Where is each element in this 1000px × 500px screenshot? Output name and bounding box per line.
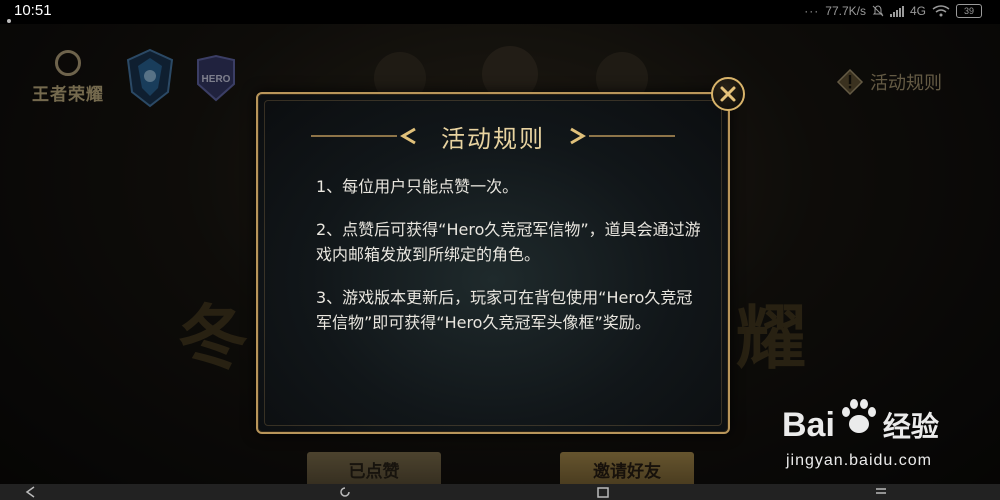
status-time: 10:51: [14, 2, 52, 19]
title-left-ornament-icon: [311, 127, 416, 145]
screen: 10:51 ··· 77.7K/s 4G 39 王者荣耀 HERO 冬 耀 活动…: [0, 0, 1000, 500]
watermark-url: jingyan.baidu.com: [786, 452, 932, 469]
system-nav-bar: [0, 484, 1000, 500]
rule-item: 1、每位用户只能点赞一次。: [316, 177, 519, 196]
signal-dots-icon: ···: [804, 4, 820, 18]
tabs-icon[interactable]: [596, 486, 610, 498]
status-indicators: ··· 77.7K/s 4G 39: [804, 4, 982, 18]
close-icon: [720, 86, 736, 102]
close-button[interactable]: [711, 77, 745, 111]
paw-icon: [841, 399, 876, 433]
network-type: 4G: [909, 4, 926, 18]
rules-dialog: 活动规则 1、每位用户只能点赞一次。 2、点赞后可获得“Hero久竞冠军信物”，…: [256, 92, 730, 434]
menu-icon[interactable]: [874, 486, 888, 498]
status-bar: 10:51 ··· 77.7K/s 4G 39: [0, 0, 1000, 24]
signal-icon: [889, 5, 904, 17]
rule-item: 3、游戏版本更新后，玩家可在背包使用“Hero久竞冠军信物”即可获得“Hero久…: [316, 288, 693, 332]
watermark-brand-text: Bai: [782, 406, 835, 444]
dialog-body: 1、每位用户只能点赞一次。 2、点赞后可获得“Hero久竞冠军信物”，道具会通过…: [316, 174, 708, 353]
title-right-ornament-icon: [570, 127, 675, 145]
watermark-brand-suffix: 经验: [882, 411, 939, 442]
dialog-header: 活动规则: [258, 116, 728, 156]
battery-indicator: 39: [956, 4, 982, 18]
bell-off-icon: [872, 5, 884, 17]
wifi-icon: [932, 5, 950, 17]
back-icon[interactable]: [24, 486, 38, 498]
watermark-brand: Bai 经验: [782, 399, 939, 445]
refresh-icon[interactable]: [338, 486, 352, 498]
notification-dot: [7, 19, 11, 23]
rule-item: 2、点赞后可获得“Hero久竞冠军信物”，道具会通过游戏内邮箱发放到所绑定的角色…: [316, 220, 701, 264]
baidu-jingyan-watermark: Bai 经验 jingyan.baidu.com: [782, 392, 982, 482]
dialog-title: 活动规则: [441, 124, 545, 153]
net-speed: 77.7K/s: [825, 4, 866, 18]
